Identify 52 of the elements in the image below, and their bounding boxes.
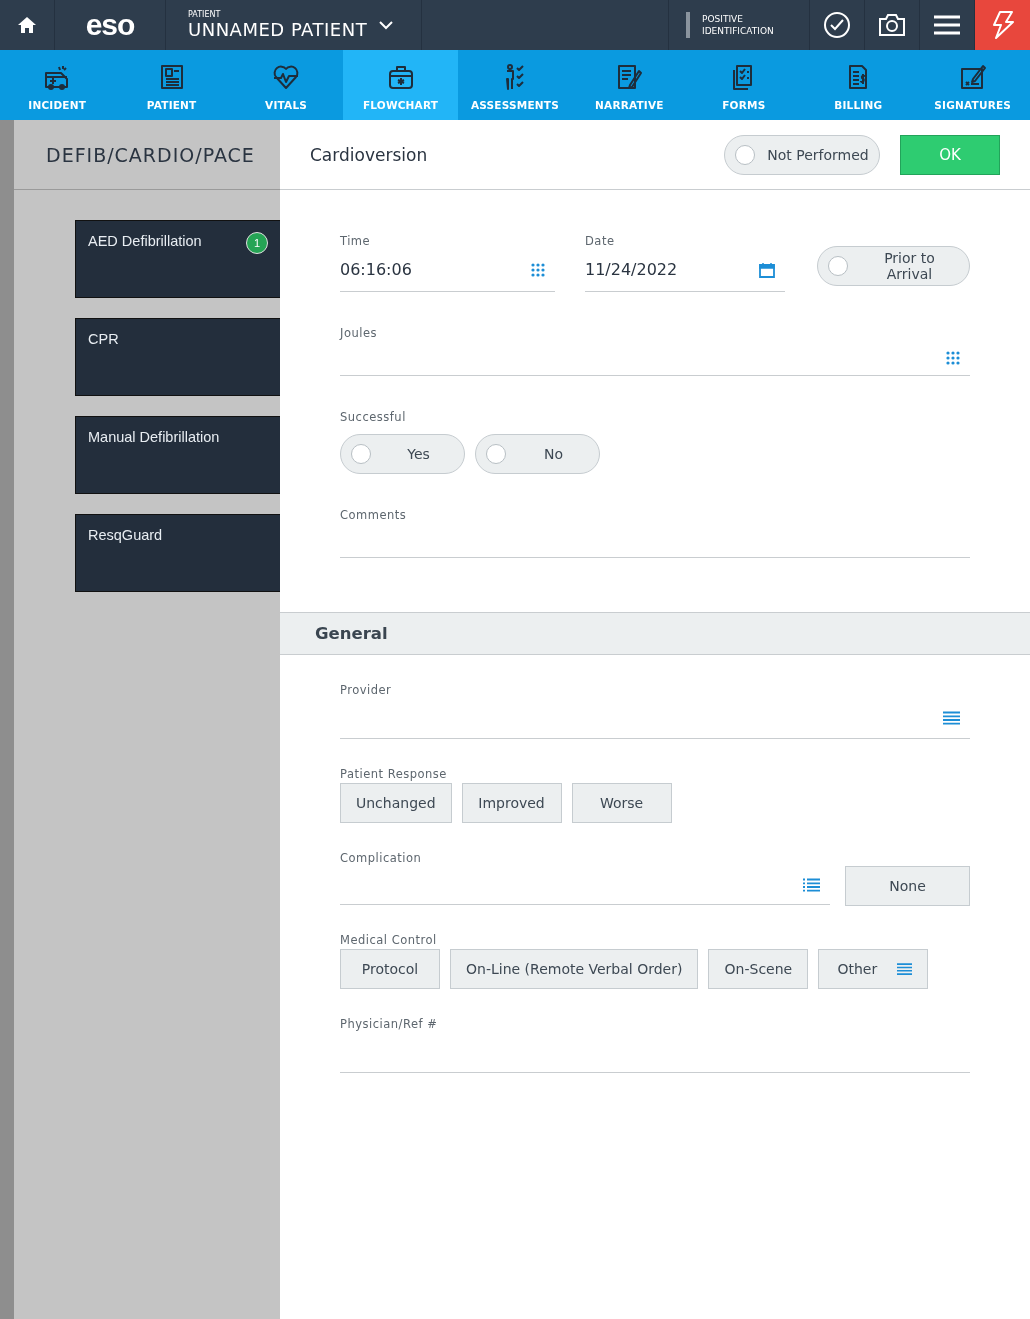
procedure-title: Cardioversion [310,144,429,165]
bulleted-list-icon[interactable] [803,877,820,892]
home-icon[interactable] [17,15,37,35]
field-label: Provider [340,683,393,697]
field-label: Medical Control [340,933,438,947]
positive-identification-button[interactable]: POSITIVE IDENTIFICATION [702,13,792,37]
option-button[interactable]: Improved [461,783,562,823]
radio-option[interactable]: Yes [340,434,465,474]
calendar-icon[interactable] [759,261,775,278]
heart-pulse-icon [272,63,301,91]
procedure-card[interactable]: CPR [75,318,280,396]
option-button[interactable]: Protocol [340,949,440,989]
lightning-icon[interactable] [990,11,1015,39]
menu-icon[interactable] [934,15,960,35]
patient-name[interactable]: UNNAMED PATIENT [188,19,368,40]
option-button[interactable]: Worse [571,783,672,823]
prior-to-arrival-toggle[interactable]: Prior to Arrival [817,246,970,286]
checkmark-circle-icon[interactable] [823,11,851,39]
section-header: General [315,624,388,643]
camera-icon[interactable] [878,13,906,37]
field-label: Time [340,234,372,248]
option-button[interactable]: Other [818,949,929,989]
option-button[interactable]: On-Scene [708,949,809,989]
field-label: Physician/Ref # [340,1017,439,1031]
field-label: Joules [340,326,378,340]
document-pencil-icon [615,63,644,91]
not-performed-toggle[interactable]: Not Performed [724,134,880,175]
field-label: Complication [340,851,423,865]
signature-icon [958,63,987,91]
list-icon[interactable] [897,962,913,976]
chevron-down-icon[interactable] [379,20,394,30]
time-field[interactable]: 06:16:06 [340,248,555,292]
section-title: DEFIB/CARDIO/PACE [46,143,255,166]
field-label: Date [585,234,616,248]
field-label: Successful [340,410,407,424]
option-button[interactable]: On-Line (Remote Verbal Order) [450,949,699,989]
patient-caption: PATIENT [188,10,222,19]
field-label: Comments [340,508,408,522]
count-badge: 1 [246,232,268,254]
none-button[interactable]: None [845,866,970,906]
field-label: Patient Response [340,767,448,781]
procedure-card[interactable]: Manual Defibrillation [75,416,280,494]
keypad-icon[interactable] [531,262,545,277]
keypad-icon[interactable] [946,350,960,365]
logo: eso [85,8,135,42]
date-field[interactable]: 11/24/2022 [585,248,785,292]
medical-bag-icon [386,63,415,91]
list-icon[interactable] [943,710,960,725]
option-button[interactable]: Unchanged [340,783,452,823]
procedure-card[interactable]: ResqGuard [75,514,280,592]
radio-option[interactable]: No [475,434,600,474]
procedure-card[interactable]: AED Defibrillation 1 [75,220,280,298]
